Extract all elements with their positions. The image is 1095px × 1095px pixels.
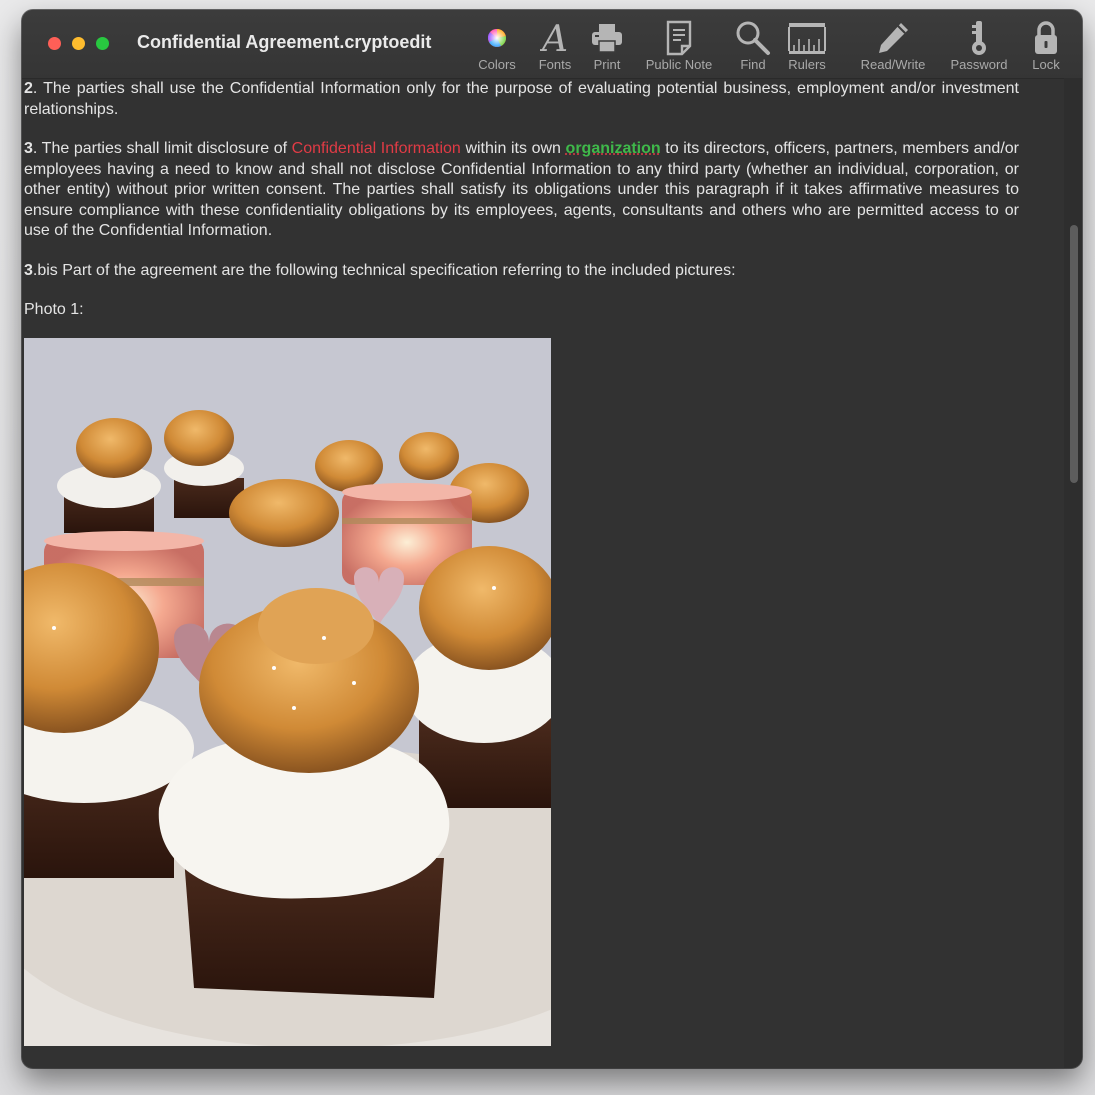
paragraph-3-number: 3: [24, 140, 33, 157]
magnifier-icon: [735, 18, 771, 58]
red-highlight-text: Confidential Information: [291, 140, 461, 157]
lock-icon: [1032, 18, 1060, 58]
paragraph-3bis-number: 3: [24, 262, 33, 279]
paragraph-2: 2. The parties shall use the Confidentia…: [24, 79, 1019, 120]
toolbar-password-button[interactable]: Password: [944, 18, 1014, 76]
window-title: Confidential Agreement.cryptoedit: [137, 32, 432, 52]
toolbar-lock-label: Lock: [1032, 57, 1060, 72]
paragraph-3-middle: within its own: [460, 140, 566, 157]
document-body[interactable]: 2. The parties shall use the Confidentia…: [22, 78, 1062, 1068]
color-wheel-icon: [486, 18, 508, 58]
toolbar-public-note-button[interactable]: Public Note: [639, 18, 719, 76]
paragraph-2-text: . The parties shall use the Confidential…: [24, 80, 1019, 118]
minimize-button[interactable]: [72, 37, 85, 50]
toolbar-read-write-label: Read/Write: [860, 57, 926, 72]
paragraph-2-number: 2: [24, 80, 33, 97]
toolbar-find-label: Find: [740, 57, 766, 72]
font-icon: A: [540, 18, 570, 58]
paragraph-3-before: . The parties shall limit disclosure of: [32, 140, 292, 157]
toolbar-colors-button[interactable]: Colors: [474, 18, 520, 76]
pencil-icon: [875, 18, 911, 58]
paragraph-3bis: 3.bis Part of the agreement are the foll…: [24, 261, 1019, 282]
note-icon: [664, 18, 694, 58]
toolbar-print-label: Print: [593, 57, 621, 72]
toolbar-fonts-label: Fonts: [538, 57, 572, 72]
green-highlight-text[interactable]: organization: [566, 140, 661, 157]
ruler-icon: [787, 18, 827, 58]
printer-icon: [590, 18, 624, 58]
svg-text:A: A: [540, 20, 568, 56]
toolbar-rulers-button[interactable]: Rulers: [782, 18, 832, 76]
toolbar-find-button[interactable]: Find: [731, 18, 775, 76]
vertical-scrollbar-thumb[interactable]: [1070, 225, 1078, 483]
toolbar-colors-label: Colors: [478, 57, 516, 72]
toolbar-password-label: Password: [950, 57, 1008, 72]
key-icon: [968, 18, 990, 58]
paragraph-3: 3. The parties shall limit disclosure of…: [24, 139, 1019, 242]
maximize-button[interactable]: [96, 37, 109, 50]
photo-label: Photo 1:: [24, 301, 84, 318]
toolbar-print-button[interactable]: Print: [585, 18, 629, 76]
toolbar-read-write-button[interactable]: Read/Write: [852, 18, 934, 76]
photo-cream-puff-cakes[interactable]: [24, 338, 551, 1046]
toolbar-lock-button[interactable]: Lock: [1026, 18, 1066, 76]
toolbar-public-note-label: Public Note: [645, 57, 713, 72]
title-bar[interactable]: Confidential Agreement.cryptoedit Colors…: [22, 10, 1082, 79]
paragraph-3bis-text: .bis Part of the agreement are the follo…: [32, 262, 736, 279]
app-window: Confidential Agreement.cryptoedit Colors…: [22, 10, 1082, 1068]
toolbar-fonts-button[interactable]: A Fonts: [532, 18, 578, 76]
toolbar-rulers-label: Rulers: [788, 57, 826, 72]
close-button[interactable]: [48, 37, 61, 50]
